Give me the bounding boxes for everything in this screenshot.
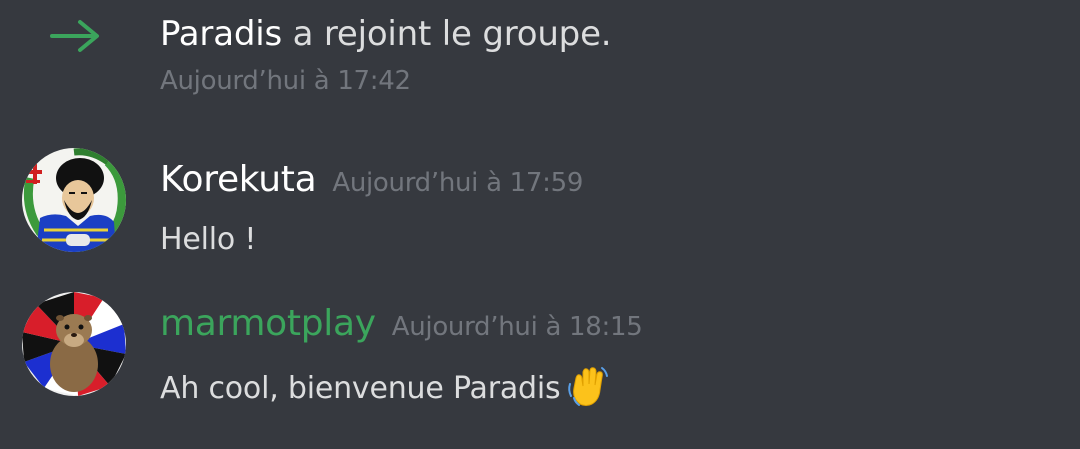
message-content: Ah cool, bienvenue Paradis <box>160 364 610 409</box>
join-username[interactable]: Paradis <box>160 14 282 54</box>
marmot-avatar-icon <box>22 292 126 396</box>
author-name[interactable]: Korekuta <box>160 159 317 200</box>
message-header: Korekuta Aujourd’hui à 17:59 <box>160 157 583 206</box>
chat-message: marmotplay Aujourd’hui à 18:15 Ah cool, b… <box>0 284 1080 424</box>
message-text: Ah cool, bienvenue Paradis <box>160 371 561 406</box>
avatar-korekuta[interactable] <box>22 148 126 252</box>
message-header: marmotplay Aujourd’hui à 18:15 <box>160 301 643 350</box>
join-timestamp: Aujourd’hui à 17:42 <box>160 66 411 96</box>
avatar-marmotplay[interactable] <box>22 292 126 396</box>
message-timestamp: Aujourd’hui à 18:15 <box>391 312 643 342</box>
author-name[interactable]: marmotplay <box>160 303 376 344</box>
message-timestamp: Aujourd’hui à 17:59 <box>332 168 584 198</box>
join-text: Paradis a rejoint le groupe. <box>160 12 612 56</box>
chat-message: Korekuta Aujourd’hui à 17:59 Hello ! <box>0 140 1080 280</box>
message-content: Hello ! <box>160 222 257 257</box>
waving-hand-emoji-icon[interactable] <box>566 364 610 408</box>
system-join-message: Paradis a rejoint le groupe. Aujourd’hui… <box>0 0 1080 110</box>
join-arrow-icon <box>50 20 99 52</box>
chat-area: Paradis a rejoint le groupe. Aujourd’hui… <box>0 0 1080 449</box>
samurai-avatar-icon <box>22 148 126 252</box>
join-label: a rejoint le groupe. <box>281 14 612 54</box>
